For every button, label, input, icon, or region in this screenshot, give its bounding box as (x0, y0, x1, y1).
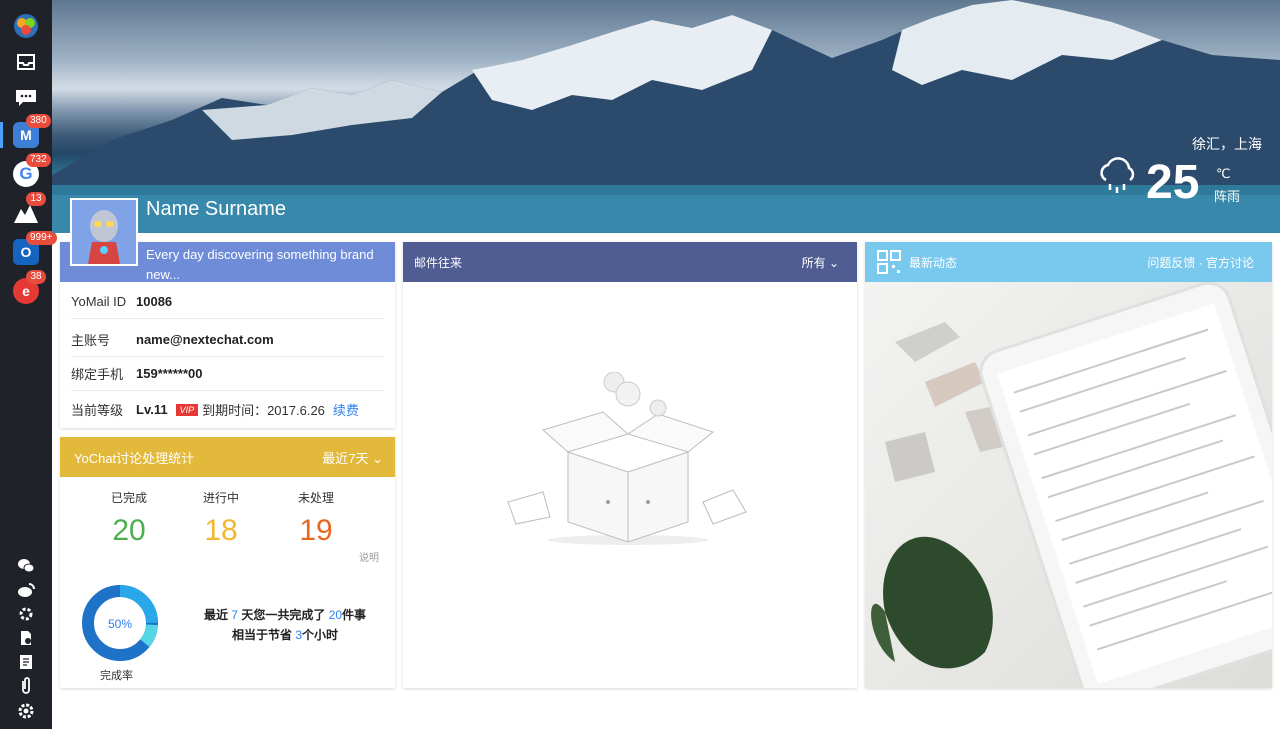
mail-header: 邮件往来 所有 ⌄ (403, 242, 857, 282)
yomail-id-value: 10086 (136, 293, 173, 309)
summary-line-1: 最近 7 天您一共完成了 20件事 (185, 605, 385, 625)
stats-title: YoChat讨论处理统计 (74, 450, 195, 466)
weather-condition: 阵雨 (1214, 189, 1241, 204)
weather-widget: 徐汇，上海 25 ℃ 阵雨 (1096, 134, 1266, 214)
summary-days: 7 (231, 608, 238, 622)
phone-row: 绑定手机 159******00 (71, 356, 384, 391)
rain-cloud-icon (1100, 157, 1135, 193)
summary-text: 最近 7 天您一共完成了 20件事 相当于节省 3个小时 (185, 605, 385, 645)
progress-label: 进行中 (202, 491, 239, 505)
chevron-down-icon: ⌄ (828, 255, 839, 270)
news-image (865, 282, 1272, 688)
app5-badge: 38 (26, 270, 46, 284)
pending-value: 19 (299, 514, 333, 547)
summary-part: 件事 (342, 608, 367, 622)
inbox-icon[interactable] (12, 48, 40, 76)
summary-hours: 3 (295, 628, 303, 642)
mail-card: 邮件往来 所有 ⌄ (403, 242, 857, 688)
news-card: 最新动态 问题反馈 · 官方讨论 (865, 242, 1272, 688)
done-label: 已完成 (110, 491, 147, 505)
summary-part: 个小时 (302, 628, 339, 642)
range-dropdown[interactable]: 最近7天 ⌄ (322, 448, 383, 467)
app-window: M 380 G 732 13 O 999+ e 38 徐汇，上海 25 ℃ 阵雨… (0, 0, 1280, 729)
summary-part: 最近 (203, 608, 228, 622)
chevron-down-icon: ⌄ (372, 450, 383, 466)
google-badge: 732 (26, 153, 51, 167)
main-account-label: 主账号 (71, 332, 111, 348)
news-title: 最新动态 (909, 255, 958, 270)
chat-icon[interactable] (12, 84, 40, 112)
temperature-unit: ℃ (1216, 166, 1231, 181)
summary-count: 20 (328, 608, 343, 622)
stats-header: YoChat讨论处理统计 最近7天 ⌄ (60, 437, 395, 477)
stat-done: 已完成 20 (89, 489, 169, 548)
explain-link[interactable]: 说明 (359, 549, 379, 564)
main-account-value: name@nextechat.com (136, 331, 274, 347)
discussion-stats-card: YoChat讨论处理统计 最近7天 ⌄ 已完成 20 进行中 18 未处理 19… (60, 437, 395, 688)
renew-link[interactable]: 续费 (333, 400, 359, 419)
completion-percent: 50% (108, 617, 132, 631)
sidebar: M 380 G 732 13 O 999+ e 38 (0, 0, 57, 729)
expire-date: 到期时间：2017.6.26 (202, 403, 325, 418)
outlook-badge: 999+ (26, 231, 57, 245)
summary-part: 天您一共完成了 (241, 608, 326, 622)
phone-label: 绑定手机 (71, 366, 124, 382)
profile-card: Every day discovering something brand ne… (60, 242, 395, 428)
completion-label: 完成率 (100, 670, 133, 682)
stat-pending: 未处理 19 (276, 489, 356, 548)
pending-label: 未处理 (297, 491, 334, 505)
level-row: 当前等级 Lv.11 VIP 到期时间：2017.6.26 续费 (71, 392, 384, 427)
yomail-badge: 380 (26, 114, 51, 128)
summary-part: 相当于节省 (231, 628, 292, 642)
red-app-icon[interactable]: e 38 (12, 270, 46, 305)
mail-filter-dropdown[interactable]: 所有 ⌄ (802, 254, 839, 271)
done-value: 20 (112, 514, 146, 547)
yomail-id-row: YoMail ID 10086 (71, 284, 384, 319)
yomail-id-label: YoMail ID (71, 293, 127, 309)
google-icon[interactable]: G 732 (12, 153, 51, 188)
feedback-links[interactable]: 问题反馈 · 官方讨论 (1147, 254, 1254, 271)
avatar[interactable] (70, 198, 138, 266)
attachment-icon[interactable] (12, 672, 40, 700)
settings-icon[interactable] (12, 697, 40, 725)
mail-title: 邮件往来 (414, 255, 463, 270)
main-account-row: 主账号 name@nextechat.com (71, 322, 384, 357)
qr-code-icon[interactable] (877, 250, 901, 274)
app3-badge: 13 (26, 192, 46, 206)
news-header: 最新动态 问题反馈 · 官方讨论 (865, 242, 1272, 282)
tablet-photo (871, 282, 1272, 688)
level-label: 当前等级 (71, 403, 124, 418)
summary-line-2: 相当于节省 3个小时 (185, 625, 385, 645)
phone-value: 159******00 (136, 365, 203, 381)
mountain-app-icon[interactable]: 13 (12, 192, 46, 227)
progress-value: 18 (204, 514, 238, 547)
yomail-icon[interactable]: M 380 (12, 114, 51, 149)
user-name: Name Surname (146, 198, 287, 220)
stat-progress: 进行中 18 (181, 489, 261, 548)
vip-badge: VIP (175, 403, 199, 416)
yochat-logo-icon[interactable] (12, 12, 40, 40)
level-value: Lv.11 (136, 402, 168, 417)
weather-location: 徐汇，上海 (1192, 136, 1262, 152)
outlook-icon[interactable]: O 999+ (12, 231, 57, 266)
completion-donut: 50% (82, 585, 158, 661)
empty-box-illustration (507, 372, 747, 545)
temperature: 25 (1146, 156, 1200, 209)
active-indicator (0, 122, 3, 148)
range-label: 最近7天 (322, 450, 369, 466)
mail-filter-label: 所有 (801, 255, 826, 270)
